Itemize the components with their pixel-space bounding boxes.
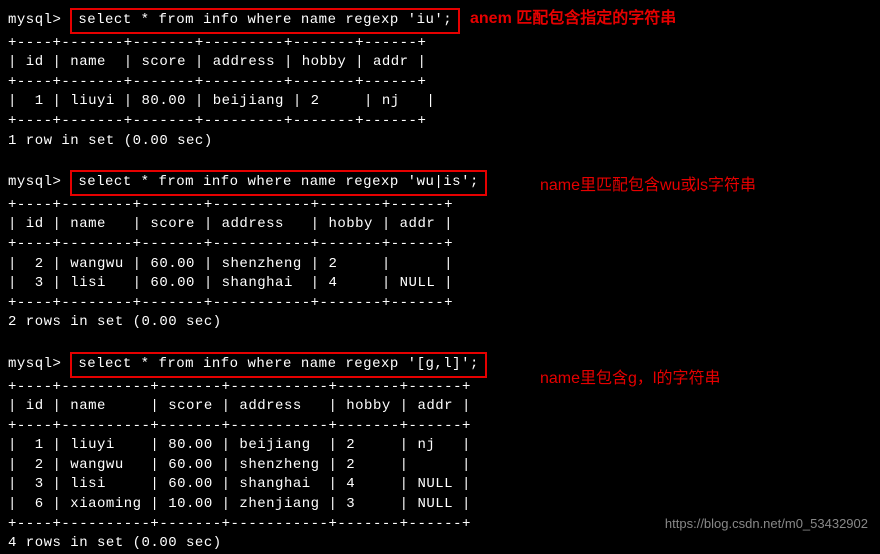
prompt-line: mysql> select * from info where name reg… xyxy=(8,352,872,378)
query-highlight-2: select * from info where name regexp 'wu… xyxy=(70,170,487,196)
annotation-2: name里匹配包含wu或ls字符串 xyxy=(540,174,756,198)
table-row: | 3 | lisi | 60.00 | shanghai | 4 | NULL… xyxy=(8,475,872,495)
table-sep: +----+--------+-------+-----------+-----… xyxy=(8,294,872,314)
table-header: | id | name | score | address | hobby | … xyxy=(8,215,872,235)
table-row: | 3 | lisi | 60.00 | shanghai | 4 | NULL… xyxy=(8,274,872,294)
table-sep: +----+-------+-------+---------+-------+… xyxy=(8,73,872,93)
annotation-1: anem 匹配包含指定的字符串 xyxy=(470,8,676,30)
table-header: | id | name | score | address | hobby | … xyxy=(8,53,872,73)
table-row: | 2 | wangwu | 60.00 | shenzheng | 2 | | xyxy=(8,255,872,275)
table-row: | 1 | liuyi | 80.00 | beijiang | 2 | nj … xyxy=(8,92,872,112)
watermark-text: https://blog.csdn.net/m0_53432902 xyxy=(665,515,868,533)
table-row: | 6 | xiaoming | 10.00 | zhenjiang | 3 |… xyxy=(8,495,872,515)
table-row: | 2 | wangwu | 60.00 | shenzheng | 2 | | xyxy=(8,456,872,476)
result-footer: 4 rows in set (0.00 sec) xyxy=(8,534,872,554)
table-sep: +----+----------+-------+-----------+---… xyxy=(8,417,872,437)
query-highlight-1: select * from info where name regexp 'iu… xyxy=(70,8,460,34)
blank xyxy=(8,151,872,170)
table-sep: +----+--------+-------+-----------+-----… xyxy=(8,235,872,255)
table-header: | id | name | score | address | hobby | … xyxy=(8,397,872,417)
table-sep: +----+--------+-------+-----------+-----… xyxy=(8,196,872,216)
table-sep: +----+-------+-------+---------+-------+… xyxy=(8,112,872,132)
result-footer: 2 rows in set (0.00 sec) xyxy=(8,313,872,333)
annotation-3: name里包含g，l的字符串 xyxy=(540,368,720,390)
mysql-prompt: mysql> xyxy=(8,12,61,28)
query-highlight-3: select * from info where name regexp '[g… xyxy=(70,352,487,378)
table-sep: +----+----------+-------+-----------+---… xyxy=(8,378,872,398)
table-row: | 1 | liuyi | 80.00 | beijiang | 2 | nj … xyxy=(8,436,872,456)
mysql-prompt: mysql> xyxy=(8,356,61,372)
mysql-prompt: mysql> xyxy=(8,174,61,190)
prompt-line: mysql> select * from info where name reg… xyxy=(8,8,872,34)
query-block-1: mysql> select * from info where name reg… xyxy=(8,8,872,151)
blank xyxy=(8,333,872,352)
result-footer: 1 row in set (0.00 sec) xyxy=(8,132,872,152)
table-sep: +----+-------+-------+---------+-------+… xyxy=(8,34,872,54)
